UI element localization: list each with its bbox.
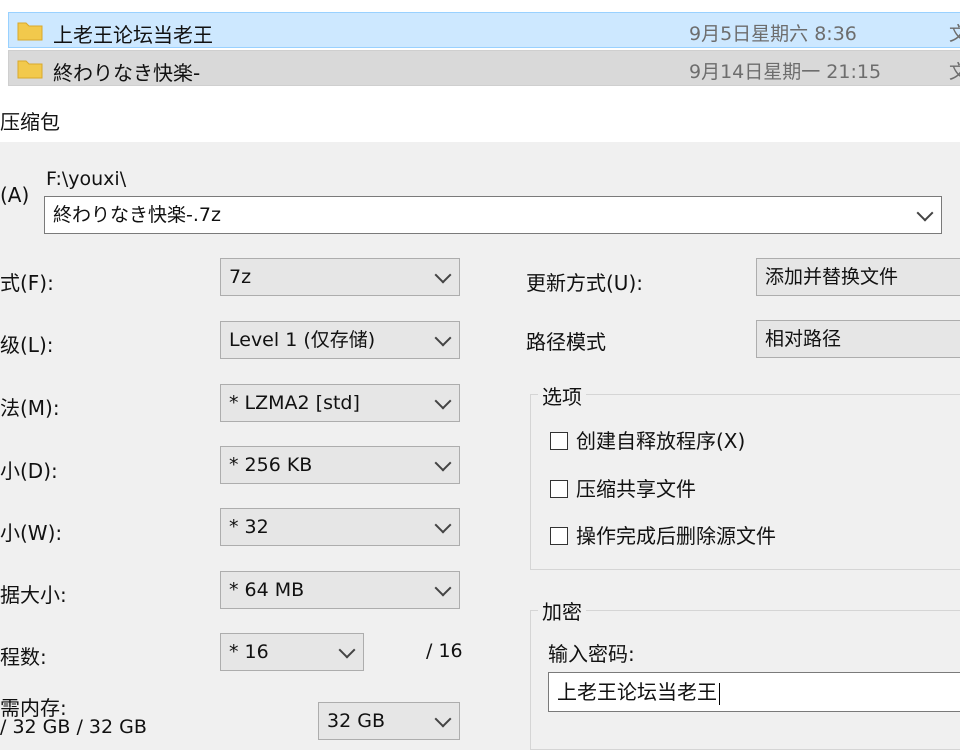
dialog-titlebar: 压缩包 bbox=[0, 96, 960, 142]
method-combo[interactable]: * LZMA2 [std] bbox=[220, 384, 460, 422]
level-label: 级(L): bbox=[0, 333, 54, 357]
path-mode-label: 路径模式 bbox=[526, 330, 606, 354]
chevron-down-icon[interactable] bbox=[434, 579, 452, 597]
word-size-combo[interactable]: * 32 bbox=[220, 508, 460, 546]
file-list: 上老王论坛当老王 9月5日星期六 8:36 文 終わりなき快楽- 9月14日星期… bbox=[0, 0, 960, 97]
chevron-down-icon[interactable] bbox=[434, 710, 452, 728]
option-sfx[interactable]: 创建自释放程序(X) bbox=[550, 425, 745, 454]
option-shared-label: 压缩共享文件 bbox=[576, 477, 696, 501]
memory-combo[interactable]: 32 GB bbox=[318, 702, 460, 740]
path-mode-combo[interactable]: 相对路径 bbox=[756, 320, 960, 358]
password-value: 上老王论坛当老王 bbox=[557, 680, 717, 704]
update-mode-combo[interactable]: 添加并替换文件 bbox=[756, 258, 960, 296]
dictionary-label: 小(D): bbox=[0, 459, 58, 483]
folder-icon bbox=[17, 60, 43, 79]
level-combo[interactable]: Level 1 (仅存储) bbox=[220, 321, 460, 359]
word-size-value: * 32 bbox=[229, 516, 269, 538]
threads-label: 程数: bbox=[0, 645, 47, 669]
format-value: 7z bbox=[229, 266, 252, 288]
chevron-down-icon[interactable] bbox=[434, 516, 452, 534]
option-delete-label: 操作完成后删除源文件 bbox=[576, 524, 776, 548]
method-label: 法(M): bbox=[0, 396, 60, 420]
level-value: Level 1 (仅存储) bbox=[229, 329, 376, 351]
option-delete[interactable]: 操作完成后删除源文件 bbox=[550, 520, 776, 549]
option-sfx-label: 创建自释放程序(X) bbox=[576, 429, 746, 453]
format-combo[interactable]: 7z bbox=[220, 258, 460, 296]
file-type: 文 bbox=[949, 23, 960, 45]
encryption-title: 加密 bbox=[538, 596, 586, 625]
checkbox[interactable] bbox=[550, 431, 568, 450]
block-size-value: * 64 MB bbox=[229, 579, 305, 601]
archive-name-combo[interactable]: 終わりなき快楽-.7z bbox=[44, 196, 942, 234]
folder-icon bbox=[17, 22, 43, 41]
option-shared[interactable]: 压缩共享文件 bbox=[550, 473, 696, 502]
archive-name-value: 終わりなき快楽-.7z bbox=[53, 204, 221, 226]
checkbox[interactable] bbox=[550, 526, 568, 545]
file-type: 文 bbox=[949, 61, 960, 83]
memory-sub: / 32 GB / 32 GB bbox=[0, 716, 147, 738]
file-name: 終わりなき快楽- bbox=[53, 61, 201, 85]
chevron-down-icon[interactable] bbox=[434, 266, 452, 284]
archive-label: (A) bbox=[0, 183, 30, 207]
file-row[interactable]: 終わりなき快楽- 9月14日星期一 21:15 文 bbox=[8, 50, 960, 86]
update-mode-label: 更新方式(U): bbox=[526, 271, 643, 295]
dictionary-combo[interactable]: * 256 KB bbox=[220, 446, 460, 484]
archive-path: F:\youxi\ bbox=[46, 168, 127, 190]
update-mode-value: 添加并替换文件 bbox=[765, 266, 899, 288]
chevron-down-icon[interactable] bbox=[434, 454, 452, 472]
dialog-title: 压缩包 bbox=[0, 110, 60, 134]
text-caret bbox=[719, 682, 720, 705]
options-title: 选项 bbox=[538, 381, 586, 410]
file-name: 上老王论坛当老王 bbox=[53, 23, 213, 47]
threads-value: * 16 bbox=[229, 641, 269, 663]
checkbox[interactable] bbox=[550, 479, 568, 498]
file-date: 9月14日星期一 21:15 bbox=[689, 61, 882, 83]
password-label: 输入密码: bbox=[548, 642, 635, 666]
word-size-label: 小(W): bbox=[0, 521, 63, 545]
chevron-down-icon[interactable] bbox=[916, 204, 934, 222]
path-mode-value: 相对路径 bbox=[765, 328, 842, 350]
chevron-down-icon[interactable] bbox=[434, 329, 452, 347]
chevron-down-icon[interactable] bbox=[434, 392, 452, 410]
dictionary-value: * 256 KB bbox=[229, 454, 313, 476]
file-date: 9月5日星期六 8:36 bbox=[689, 23, 857, 45]
format-label: 式(F): bbox=[0, 271, 54, 295]
memory-value: 32 GB bbox=[327, 710, 385, 732]
method-value: * LZMA2 [std] bbox=[229, 392, 360, 414]
block-size-label: 据大小: bbox=[0, 583, 67, 607]
file-row[interactable]: 上老王论坛当老王 9月5日星期六 8:36 文 bbox=[8, 12, 960, 48]
block-size-combo[interactable]: * 64 MB bbox=[220, 571, 460, 609]
password-input[interactable]: 上老王论坛当老王 bbox=[548, 672, 960, 712]
threads-max: / 16 bbox=[426, 640, 463, 662]
threads-combo[interactable]: * 16 bbox=[220, 633, 364, 671]
chevron-down-icon[interactable] bbox=[338, 641, 356, 659]
